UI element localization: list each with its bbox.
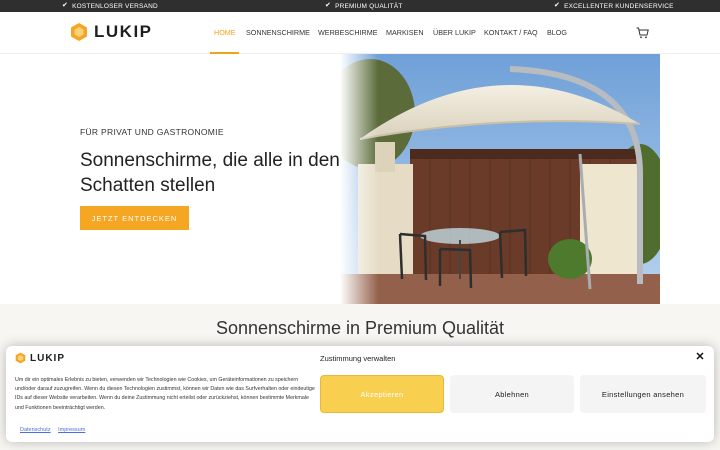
usp-shipping: ✔ KOSTENLOSER VERSAND [62,2,158,10]
cookie-description: Um dir ein optimales Erlebnis zu bieten,… [15,377,315,411]
view-settings-button[interactable]: Einstellungen ansehen [580,375,706,413]
discover-button[interactable]: JETZT ENTDECKEN [80,206,189,230]
nav-item-werbeschirme[interactable]: WERBESCHIRME [318,28,378,37]
hero-title: Sonnenschirme, die alle in den Schatten … [80,150,340,196]
nav-item-blog[interactable]: BLOG [547,28,567,37]
hero-umbrella-image [340,54,660,304]
site-header: LUKIP HOME SONNENSCHIRME WERBESCHIRME MA… [0,12,720,54]
cart-icon [636,27,649,39]
nav-item-ueber-lukip[interactable]: ÜBER LUKIP [433,28,476,37]
cookie-title: Zustimmung verwalten [320,354,396,363]
check-icon: ✔ [554,2,561,9]
nav-item-sonnenschirme[interactable]: SONNENSCHIRME [246,28,310,37]
close-icon[interactable]: ✕ [694,351,706,363]
usp-bar: ✔ KOSTENLOSER VERSAND ✔ PREMIUM QUALITÄT… [0,0,720,12]
cart-button[interactable] [636,26,649,44]
usp-label: KOSTENLOSER VERSAND [72,2,158,10]
check-icon: ✔ [325,2,332,9]
usp-quality: ✔ PREMIUM QUALITÄT [325,2,403,10]
nav-item-home[interactable]: HOME [214,28,236,37]
site-logo[interactable]: LUKIP [70,22,153,42]
umbrella-terrace-illustration [340,54,660,304]
hexagon-logo-icon [15,352,26,364]
cookie-logo-text: LUKIP [30,352,65,364]
hexagon-logo-icon [71,23,87,41]
check-icon: ✔ [62,2,69,9]
deny-button[interactable]: Ablehnen [450,375,574,413]
usp-service: ✔ EXCELLENTER KUNDENSERVICE [554,2,674,10]
nav-item-kontakt-faq[interactable]: KONTAKT / FAQ [484,28,538,37]
hero-section: FÜR PRIVAT UND GASTRONOMIE Sonnenschirme… [0,54,720,304]
usp-label: EXCELLENTER KUNDENSERVICE [564,2,674,10]
imprint-link[interactable]: Impressum [58,427,85,433]
cookie-logo: LUKIP [15,352,65,364]
cookie-links: Datenschutz Impressum [20,427,91,433]
cookie-consent-banner: LUKIP Zustimmung verwalten ✕ Um dir ein … [6,346,714,442]
hero-eyebrow: FÜR PRIVAT UND GASTRONOMIE [80,127,224,137]
nav-item-markisen[interactable]: MARKISEN [386,28,424,37]
usp-label: PREMIUM QUALITÄT [335,2,403,10]
privacy-link[interactable]: Datenschutz [20,427,51,433]
section-title: Sonnenschirme in Premium Qualität [215,318,505,338]
accept-button[interactable]: Akzeptieren [320,375,444,413]
logo-text: LUKIP [94,22,153,41]
